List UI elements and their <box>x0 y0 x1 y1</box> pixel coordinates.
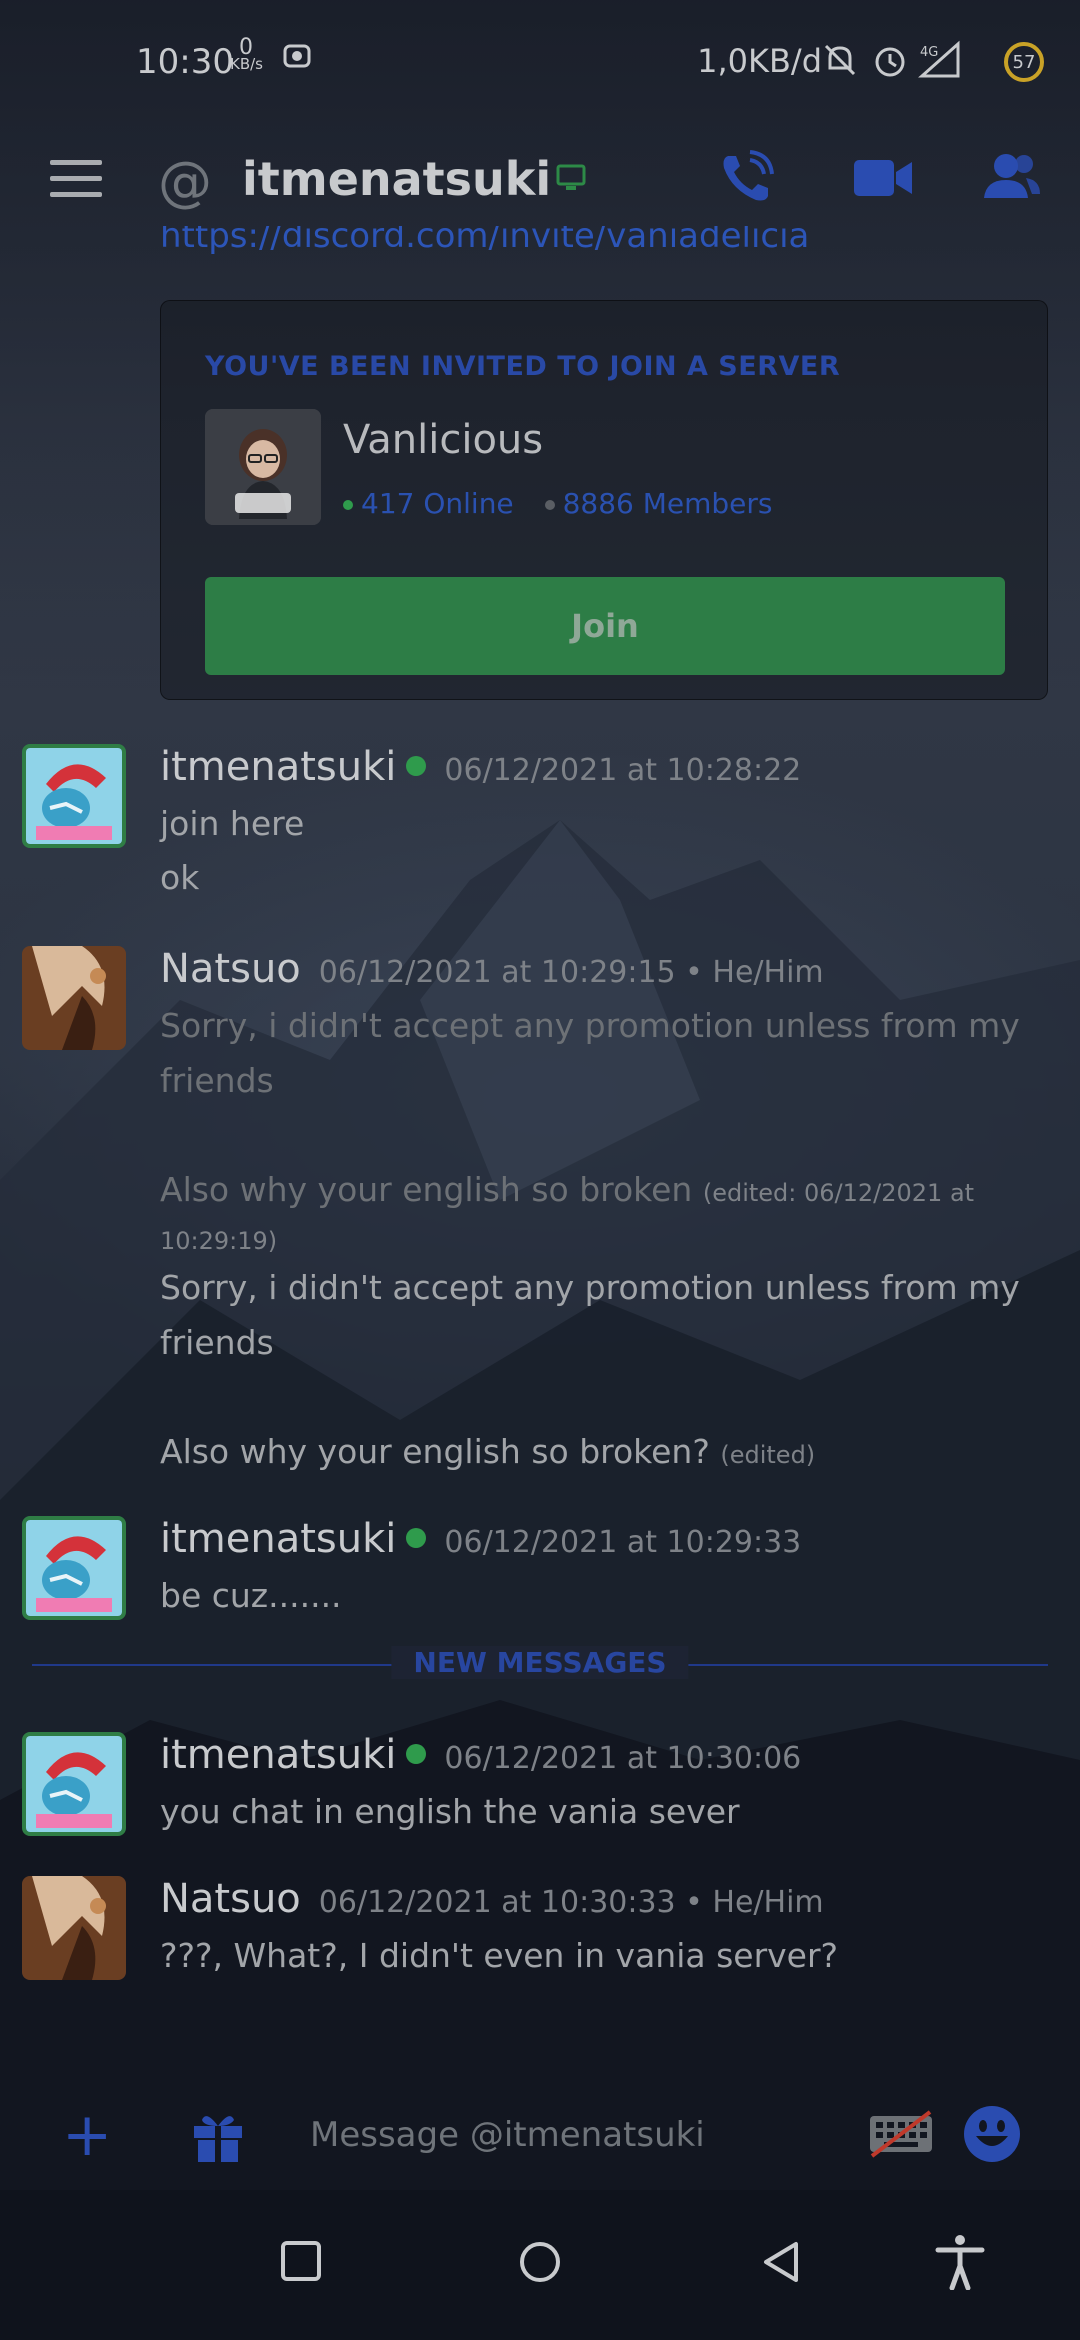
message-text: friends <box>160 1061 274 1100</box>
message-timestamp: 06/12/2021 at 10:30:33 • He/Him <box>318 1885 824 1920</box>
online-status-dot <box>406 756 427 776</box>
at-icon: @ <box>158 150 212 213</box>
message-input[interactable] <box>310 2100 850 2170</box>
server-invite-card: YOU'VE BEEN INVITED TO JOIN A SERVER Van… <box>160 300 1048 700</box>
edited-marker: (edited) <box>720 1441 816 1469</box>
server-stats: 417 Online 8886 Members <box>343 487 773 520</box>
alarm-icon <box>870 40 910 84</box>
message-author[interactable]: Natsuo 06/12/2021 at 10:29:15 • He/Him <box>160 946 824 992</box>
keyboard-icon[interactable] <box>868 2110 934 2162</box>
message-text: ???, What?, I didn't even in vania serve… <box>160 1936 839 1975</box>
message-list[interactable]: https://discord.com/invite/vaniadelicia … <box>0 226 1080 1986</box>
message-text: Also why your english so broken? (edited… <box>160 1432 816 1471</box>
dm-title[interactable]: itmenatsuki <box>242 152 551 206</box>
member-count: 8886 Members <box>562 487 773 520</box>
message-timestamp: 06/12/2021 at 10:29:33 <box>444 1525 802 1560</box>
battery-indicator: 57 <box>1004 42 1044 82</box>
server-name: Vanlicious <box>343 417 544 463</box>
emoji-icon[interactable] <box>962 2104 1022 2168</box>
message-text: join here <box>160 804 305 843</box>
status-time: 10:30 <box>136 42 234 82</box>
message-text: Sorry, i didn't accept any promotion unl… <box>160 1268 1020 1307</box>
system-navigation-bar <box>0 2190 1080 2340</box>
device-icon <box>556 164 586 196</box>
status-bar: 10:30 0 KB/s 1,0KB/d 4G 57 <box>0 0 1080 120</box>
avatar[interactable] <box>22 744 126 848</box>
menu-icon[interactable] <box>50 160 102 198</box>
video-icon[interactable] <box>852 156 914 204</box>
members-dot <box>544 500 555 510</box>
avatar[interactable] <box>22 946 126 1050</box>
message-text: Sorry, i didn't accept any promotion unl… <box>160 1006 1020 1045</box>
plus-icon[interactable]: + <box>62 2100 112 2170</box>
message-timestamp: 06/12/2021 at 10:28:22 <box>444 753 802 788</box>
avatar[interactable] <box>22 1516 126 1620</box>
message-text: ok <box>160 858 200 897</box>
screenshot-icon <box>282 40 312 74</box>
accessibility-icon[interactable] <box>934 2234 986 2294</box>
message-text: you chat in english the vania sever <box>160 1792 740 1831</box>
message-author[interactable]: itmenatsuki 06/12/2021 at 10:29:33 <box>160 1516 801 1562</box>
online-dot <box>343 500 353 510</box>
message-text: be cuz....... <box>160 1576 342 1615</box>
edited-marker: (edited: 06/12/2021 at <box>702 1179 975 1207</box>
online-status-dot <box>406 1528 427 1548</box>
back-icon[interactable] <box>760 2240 802 2288</box>
avatar[interactable] <box>22 1876 126 1980</box>
gift-icon[interactable] <box>190 2108 246 2168</box>
recents-icon[interactable] <box>280 2240 322 2286</box>
online-status-dot <box>406 1744 427 1764</box>
dm-header: @ itmenatsuki <box>0 130 1080 226</box>
avatar[interactable] <box>22 1732 126 1836</box>
invite-heading: YOU'VE BEEN INVITED TO JOIN A SERVER <box>205 351 841 382</box>
message-timestamp: 06/12/2021 at 10:29:15 • He/Him <box>318 955 824 990</box>
invite-link[interactable]: https://discord.com/invite/vaniadelicia <box>160 226 809 256</box>
message-author[interactable]: itmenatsuki 06/12/2021 at 10:28:22 <box>160 744 801 790</box>
network-speed: 0 KB/s <box>230 35 263 73</box>
message-author[interactable]: itmenatsuki 06/12/2021 at 10:30:06 <box>160 1732 801 1778</box>
home-icon[interactable] <box>518 2240 562 2288</box>
new-messages-label: NEW MESSAGES <box>391 1646 689 1679</box>
message-timestamp: 06/12/2021 at 10:30:06 <box>444 1741 802 1776</box>
online-count: 417 Online <box>361 487 514 520</box>
message-text: friends <box>160 1323 274 1362</box>
data-usage: 1,0KB/d <box>697 42 822 80</box>
muted-bell-icon <box>820 40 860 84</box>
message-author[interactable]: Natsuo 06/12/2021 at 10:30:33 • He/Him <box>160 1876 824 1922</box>
members-icon[interactable] <box>982 148 1042 212</box>
call-icon[interactable] <box>716 148 776 212</box>
new-messages-divider: NEW MESSAGES <box>32 1646 1048 1679</box>
signal-icon: 4G <box>918 40 962 84</box>
svg-text:4G: 4G <box>920 45 938 60</box>
join-button[interactable]: Join <box>205 577 1005 675</box>
server-avatar <box>205 409 321 525</box>
message-composer: + <box>0 2080 1080 2190</box>
